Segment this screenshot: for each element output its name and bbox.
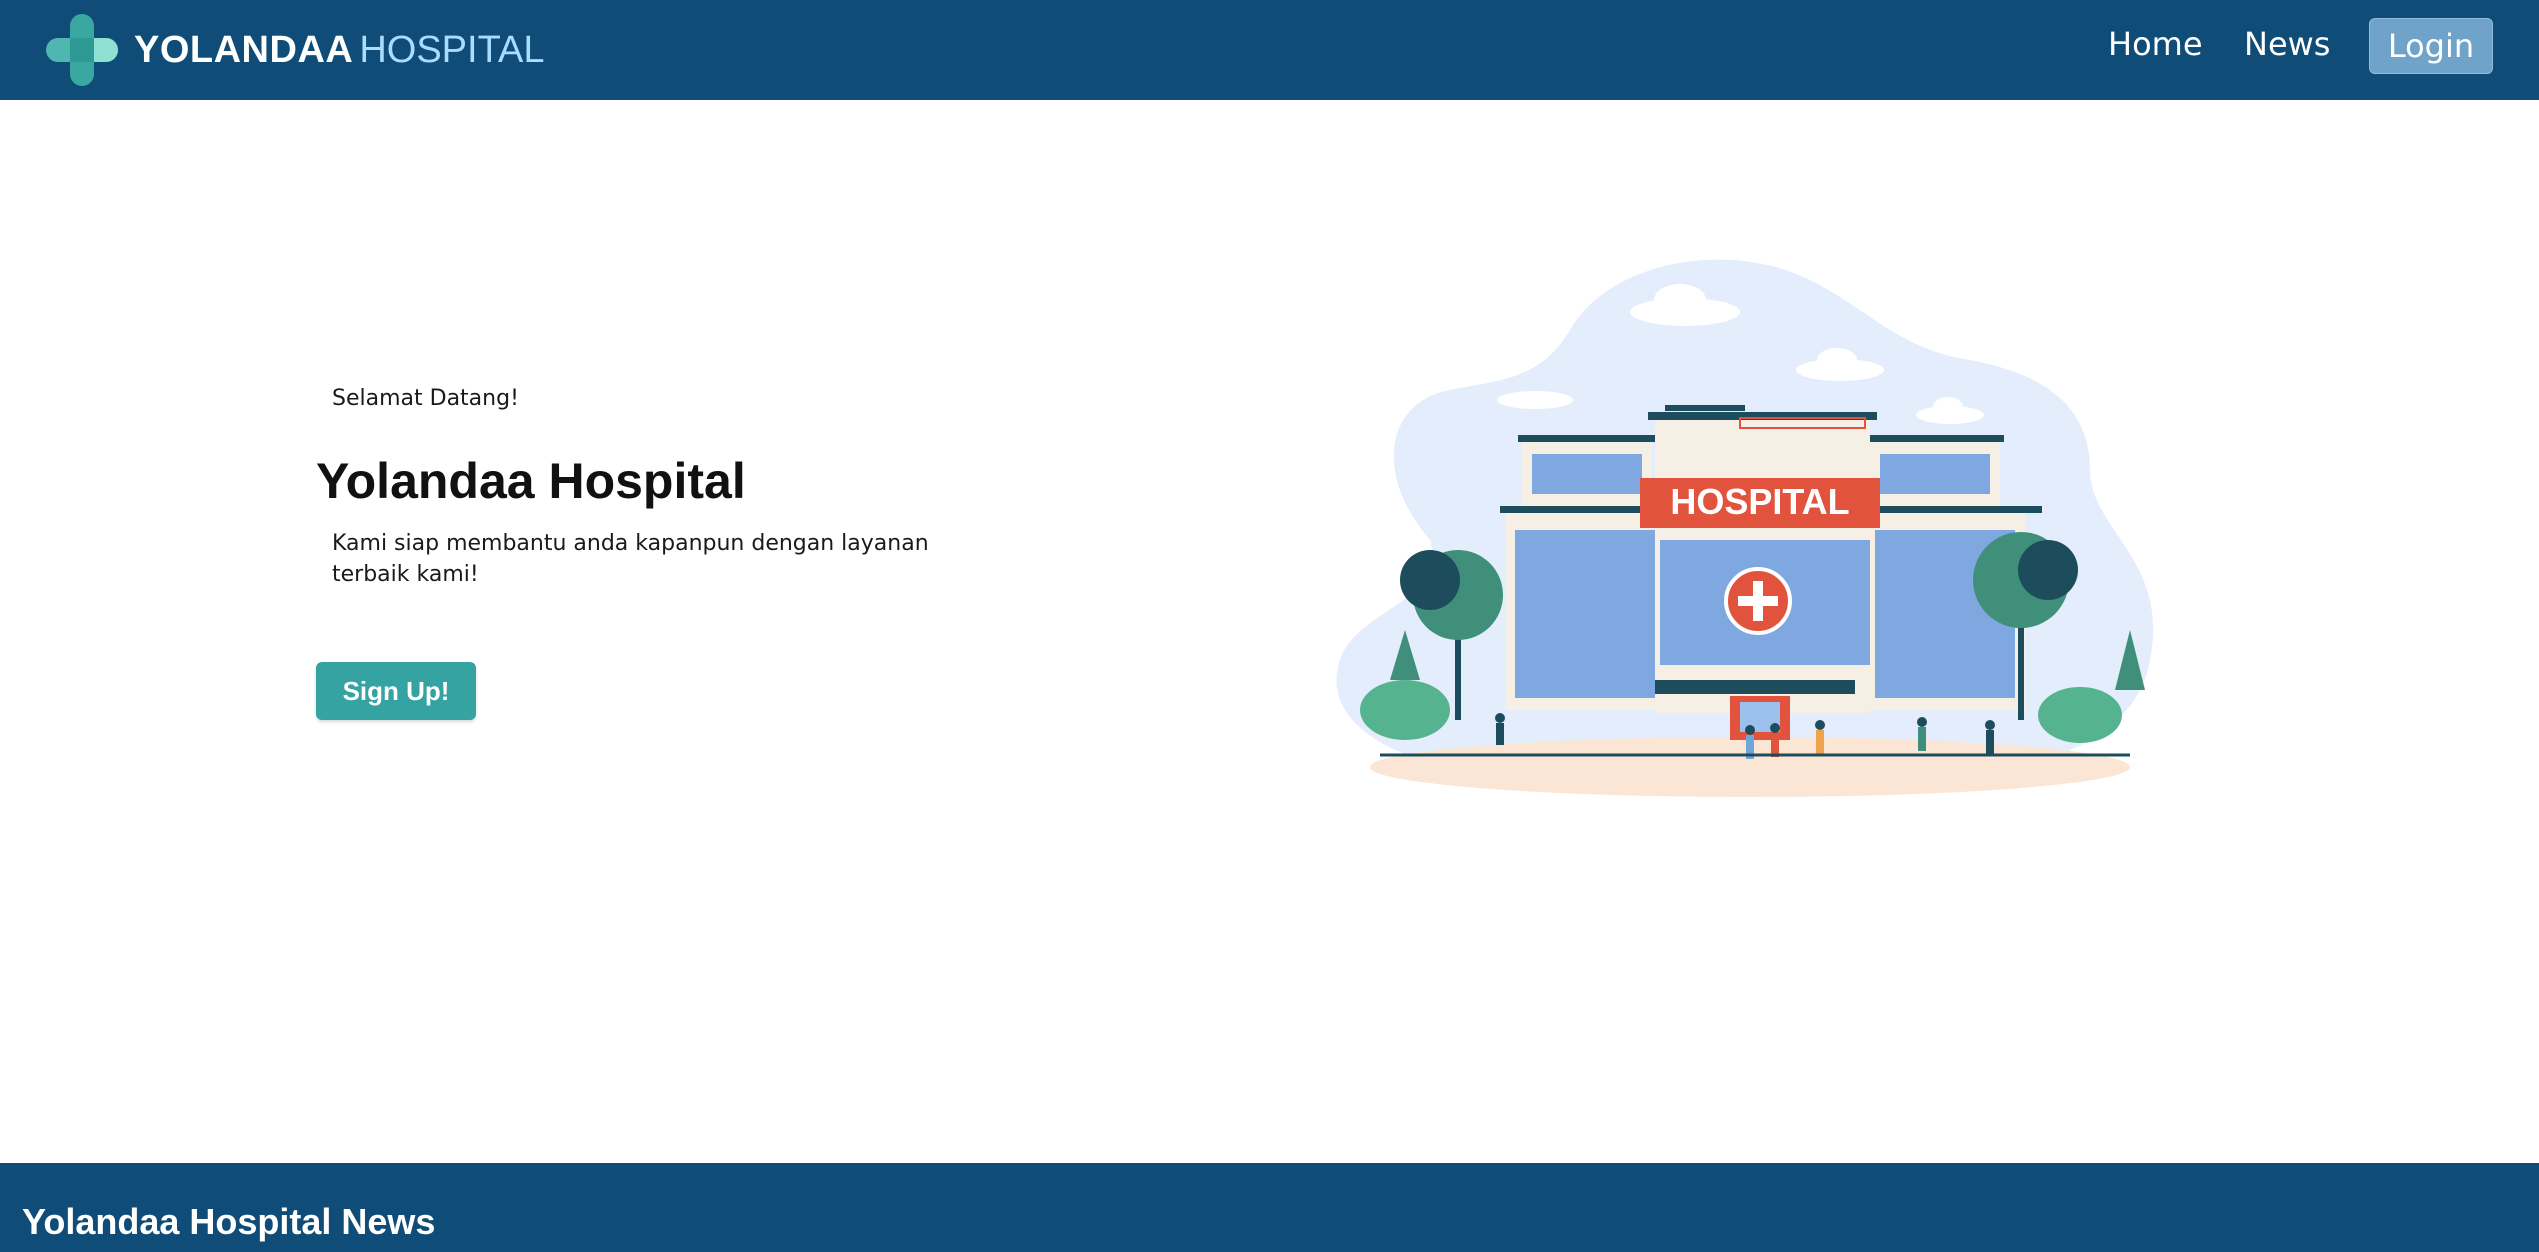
hero-description: Kami siap membantu anda kapanpun dengan … xyxy=(332,531,929,587)
nav-link-home[interactable]: Home xyxy=(2108,25,2203,63)
hospital-building-illustration: HOSPITAL xyxy=(1336,259,2154,797)
brand-name: YOLANDAA HOSPITAL xyxy=(134,29,544,72)
brand-name-light: HOSPITAL xyxy=(359,28,545,71)
hero-title: Yolandaa Hospital xyxy=(316,453,746,509)
medical-cross-icon xyxy=(46,14,118,86)
hospital-left-wing xyxy=(1500,435,1670,710)
nav-link-news[interactable]: News xyxy=(2244,25,2330,63)
hero-greeting: Selamat Datang! xyxy=(332,386,519,411)
footer-title: Yolandaa Hospital News xyxy=(22,1201,436,1242)
brand-name-bold: YOLANDAA xyxy=(134,28,354,71)
top-navbar: YOLANDAA HOSPITAL Home News Login xyxy=(0,0,2539,100)
hospital-sign-text: HOSPITAL xyxy=(1670,481,1849,522)
news-footer: Yolandaa Hospital News xyxy=(0,1163,2539,1252)
hospital-center: HOSPITAL xyxy=(1640,405,1880,740)
brand[interactable]: YOLANDAA HOSPITAL xyxy=(44,10,544,90)
login-button[interactable]: Login xyxy=(2369,18,2493,74)
signup-button[interactable]: Sign Up! xyxy=(316,662,476,720)
